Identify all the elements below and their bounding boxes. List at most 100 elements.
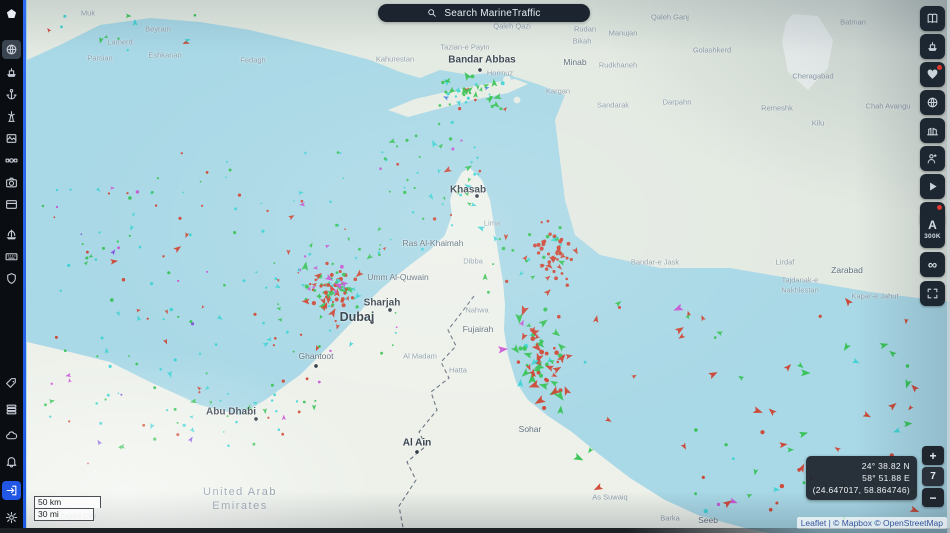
vessel-marker[interactable] (542, 241, 546, 245)
vessel-marker[interactable] (540, 221, 543, 224)
vessel-marker[interactable] (694, 492, 697, 496)
vessel-marker[interactable] (437, 142, 445, 150)
vessel-marker[interactable] (81, 243, 84, 246)
vessel-marker[interactable] (474, 98, 477, 102)
control-map-settings[interactable] (920, 90, 945, 115)
vessel-marker[interactable] (457, 89, 461, 93)
vessel-marker[interactable] (394, 312, 397, 314)
vessel-marker[interactable] (459, 193, 462, 197)
vessel-marker[interactable] (618, 306, 621, 309)
vessel-marker[interactable] (422, 217, 425, 220)
vessel-marker[interactable] (403, 186, 406, 189)
vessel-marker[interactable] (106, 393, 110, 397)
vessel-marker[interactable] (198, 391, 201, 394)
nav-settings[interactable] (2, 508, 21, 527)
vessel-marker[interactable] (775, 501, 779, 505)
vessel-marker[interactable] (323, 290, 328, 295)
vessel-marker[interactable] (309, 282, 312, 286)
nav-news[interactable] (2, 195, 21, 214)
vessel-marker[interactable] (378, 248, 381, 251)
vessel-marker[interactable] (499, 107, 503, 111)
vessel-marker[interactable] (547, 252, 550, 256)
vessel-marker[interactable] (752, 468, 759, 476)
vessel-marker[interactable] (569, 257, 573, 262)
vessel-marker[interactable] (544, 274, 552, 282)
vessel-marker[interactable] (414, 134, 418, 138)
vessel-marker[interactable] (303, 255, 307, 258)
vessel-marker[interactable] (182, 423, 186, 427)
control-ports-layer[interactable] (920, 118, 945, 143)
vessel-marker[interactable] (544, 351, 549, 356)
vessel-marker[interactable] (382, 246, 387, 251)
nav-notifications[interactable] (2, 452, 21, 471)
map-canvas[interactable] (0, 0, 950, 533)
vessel-marker[interactable] (317, 380, 321, 384)
vessel-marker[interactable] (338, 270, 342, 273)
vessel-marker[interactable] (300, 199, 304, 203)
vessel-marker[interactable] (180, 152, 183, 155)
vessel-marker[interactable] (189, 320, 193, 324)
vessel-marker[interactable] (699, 314, 706, 322)
vessel-marker[interactable] (305, 377, 309, 381)
vessel-marker[interactable] (536, 251, 541, 255)
vessel-marker[interactable] (352, 291, 362, 301)
vessel-marker[interactable] (354, 256, 358, 261)
vessel-marker[interactable] (102, 246, 105, 250)
vessel-marker[interactable] (371, 313, 374, 316)
vessel-marker[interactable] (166, 409, 169, 412)
zoom-in-button[interactable]: + (922, 446, 944, 465)
vessel-marker[interactable] (100, 336, 104, 340)
vessel-marker[interactable] (329, 329, 332, 332)
vessel-marker[interactable] (55, 205, 59, 209)
vessel-marker[interactable] (138, 245, 142, 249)
vessel-marker[interactable] (153, 386, 157, 390)
vessel-marker[interactable] (286, 249, 291, 256)
vessel-marker[interactable] (142, 423, 146, 427)
vessel-marker[interactable] (442, 196, 446, 201)
vessel-marker[interactable] (731, 457, 735, 460)
vessel-marker[interactable] (340, 264, 344, 269)
vessel-marker[interactable] (713, 336, 717, 339)
vessel-marker[interactable] (333, 292, 336, 295)
vessel-marker[interactable] (768, 507, 773, 512)
vessel-marker[interactable] (110, 258, 119, 265)
vessel-marker[interactable] (313, 289, 317, 292)
vessel-marker[interactable] (252, 400, 258, 406)
vessel-marker[interactable] (450, 120, 454, 124)
vessel-marker[interactable] (173, 358, 177, 362)
vessel-marker[interactable] (473, 172, 477, 176)
vessel-marker[interactable] (841, 342, 851, 352)
vessel-marker[interactable] (539, 263, 546, 269)
vessel-marker[interactable] (274, 277, 278, 280)
vessel-marker[interactable] (234, 207, 238, 211)
vessel-marker[interactable] (193, 14, 197, 17)
fullscreen-button[interactable] (920, 281, 945, 306)
vessel-marker[interactable] (117, 392, 120, 395)
vessel-marker[interactable] (411, 211, 415, 214)
vessel-marker[interactable] (454, 95, 458, 98)
vessel-marker[interactable] (505, 279, 509, 283)
control-playback[interactable] (920, 174, 945, 199)
vessel-marker[interactable] (314, 399, 317, 402)
vessel-marker[interactable] (413, 186, 416, 190)
vessel-marker[interactable] (177, 279, 180, 282)
vessel-marker[interactable] (88, 253, 94, 259)
vessel-marker[interactable] (273, 393, 276, 397)
vessel-marker[interactable] (477, 173, 480, 176)
nav-cameras[interactable] (2, 173, 21, 192)
vessel-marker[interactable] (383, 157, 387, 161)
vessel-marker[interactable] (60, 25, 63, 29)
vessel-marker[interactable] (67, 263, 71, 267)
vessel-marker[interactable] (555, 252, 559, 256)
vessel-marker[interactable] (64, 349, 67, 353)
vessel-marker[interactable] (63, 14, 67, 18)
vessel-marker[interactable] (344, 228, 346, 230)
vessel-marker[interactable] (907, 404, 914, 412)
vessel-marker[interactable] (201, 204, 204, 207)
vessel-marker[interactable] (116, 240, 119, 243)
vessel-marker[interactable] (631, 373, 637, 380)
vessel-marker[interactable] (604, 416, 613, 424)
vessel-marker[interactable] (703, 508, 708, 514)
vessel-marker[interactable] (167, 271, 171, 275)
nav-cloud[interactable] (2, 426, 21, 445)
